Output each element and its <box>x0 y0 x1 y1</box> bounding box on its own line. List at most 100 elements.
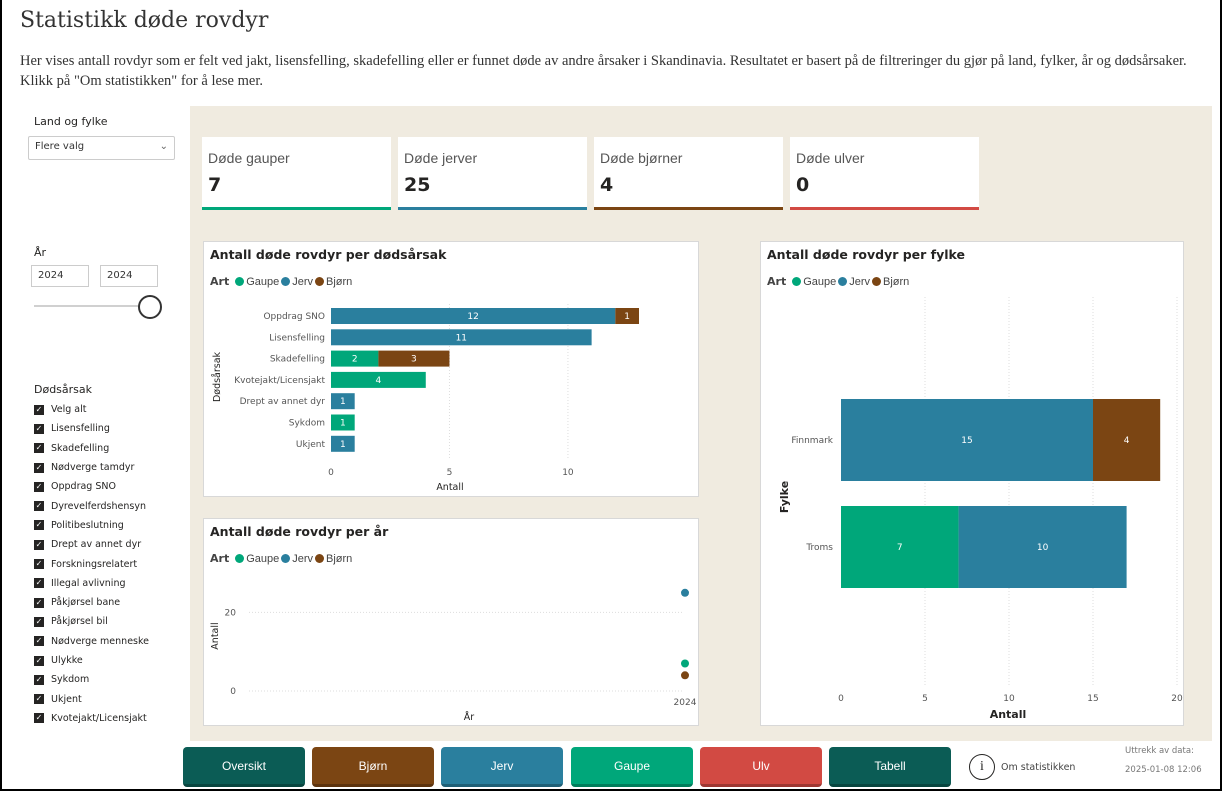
checkbox-checked-icon[interactable]: ✓ <box>34 559 44 570</box>
cause-checkbox-item[interactable]: ✓ Kvotejakt/Licensjakt <box>34 709 149 728</box>
cause-checkbox-item[interactable]: ✓ Påkjørsel bane <box>34 593 149 612</box>
x-tick-label: 0 <box>328 468 334 478</box>
cause-checkbox-item[interactable]: ✓ Påkjørsel bil <box>34 612 149 631</box>
category-label: Oppdrag SNO <box>263 312 325 322</box>
category-label: Skadefelling <box>270 355 325 365</box>
checkbox-checked-icon[interactable]: ✓ <box>34 443 44 454</box>
data-label: 3 <box>411 355 417 365</box>
chevron-down-icon: ⌄ <box>159 141 168 152</box>
nav-button-gaupe[interactable]: Gaupe <box>571 747 693 787</box>
data-label: 1 <box>340 397 346 407</box>
kpi-value: 4 <box>600 174 614 196</box>
panel-cause-chart: Antall døde rovdyr per dødsårsak Art Gaup… <box>203 241 699 497</box>
scatter-point <box>681 659 689 668</box>
data-label: 12 <box>467 312 478 322</box>
x-tick-label: 15 <box>1087 694 1098 704</box>
year-slider-track[interactable] <box>34 305 146 307</box>
nav-button-bjrn[interactable]: Bjørn <box>312 747 434 787</box>
extract-label: Uttrekk av data: <box>1125 746 1194 756</box>
land-label: Land og fylke <box>34 115 108 128</box>
kpi-value: 7 <box>208 174 222 196</box>
cause-checkbox-item[interactable]: ✓ Sykdom <box>34 670 149 689</box>
category-label: Finnmark <box>791 436 833 446</box>
checkbox-checked-icon[interactable]: ✓ <box>34 674 44 685</box>
page-title: Statistikk døde rovdyr <box>20 8 269 33</box>
data-label: 10 <box>1037 543 1049 553</box>
cause-checkbox-item[interactable]: ✓ Illegal avlivning <box>34 574 149 593</box>
cause-checkbox-item[interactable]: ✓ Dyrevelferdshensyn <box>34 496 149 515</box>
y-tick-label: 20 <box>225 608 237 618</box>
category-label: Lisensfelling <box>269 333 325 343</box>
nav-button-tabell[interactable]: Tabell <box>829 747 951 787</box>
data-label: 1 <box>340 419 346 429</box>
checkbox-checked-icon[interactable]: ✓ <box>34 501 44 512</box>
data-label: 1 <box>624 312 630 322</box>
kpi-label: Døde jerver <box>404 150 478 166</box>
cause-checkbox-item[interactable]: ✓ Lisensfelling <box>34 419 149 438</box>
cause-checkbox-label: Politibeslutning <box>51 519 124 531</box>
scatter-point <box>681 588 689 597</box>
y-axis-label: Fylke <box>778 481 791 513</box>
checkbox-checked-icon[interactable]: ✓ <box>34 713 44 724</box>
x-axis-label: År <box>464 711 474 723</box>
checkbox-checked-icon[interactable]: ✓ <box>34 578 44 589</box>
kpi-accent-line <box>202 207 391 210</box>
x-tick-label: 5 <box>447 468 453 478</box>
checkbox-checked-icon[interactable]: ✓ <box>34 423 44 434</box>
checkbox-checked-icon[interactable]: ✓ <box>34 520 44 531</box>
cause-checkbox-item[interactable]: ✓ Nødverge menneske <box>34 632 149 651</box>
checkbox-checked-icon[interactable]: ✓ <box>34 655 44 666</box>
checkbox-checked-icon[interactable]: ✓ <box>34 539 44 550</box>
cause-checkbox-item[interactable]: ✓ Forskningsrelatert <box>34 554 149 573</box>
category-label: Sykdom <box>289 419 325 429</box>
land-dropdown[interactable]: Flere valg ⌄ <box>28 136 175 160</box>
cause-checkbox-item[interactable]: ✓ Velg alt <box>34 400 149 419</box>
cause-checkbox-label: Påkjørsel bane <box>51 597 121 609</box>
kpi-accent-line <box>398 207 587 210</box>
cause-checkbox-item[interactable]: ✓ Politibeslutning <box>34 516 149 535</box>
cause-checkbox-label: Nødverge menneske <box>51 635 149 647</box>
x-axis-label: Antall <box>436 482 463 493</box>
cause-checkbox-label: Illegal avlivning <box>51 577 126 589</box>
checkbox-checked-icon[interactable]: ✓ <box>34 481 44 492</box>
cause-checkbox-label: Ukjent <box>51 693 82 705</box>
cause-checkbox-label: Nødverge tamdyr <box>51 462 135 474</box>
x-tick-label: 10 <box>562 468 574 478</box>
cause-checkbox-item[interactable]: ✓ Nødverge tamdyr <box>34 458 149 477</box>
year-slider-handle[interactable] <box>138 295 162 319</box>
cause-label: Dødsårsak <box>34 383 93 396</box>
kpi-card: Døde bjørner 4 <box>594 137 783 210</box>
checkbox-checked-icon[interactable]: ✓ <box>34 694 44 705</box>
about-statistics-link[interactable]: Om statistikken <box>1001 762 1075 773</box>
nav-button-ulv[interactable]: Ulv <box>700 747 822 787</box>
checkbox-checked-icon[interactable]: ✓ <box>34 616 44 627</box>
cause-checkbox-item[interactable]: ✓ Ukjent <box>34 689 149 708</box>
year-to-input[interactable]: 2024 <box>100 265 158 287</box>
cause-checkbox-item[interactable]: ✓ Skadefelling <box>34 439 149 458</box>
info-icon[interactable]: i <box>969 754 995 780</box>
cause-checkbox-item[interactable]: ✓ Drept av annet dyr <box>34 535 149 554</box>
data-label: 4 <box>376 376 382 386</box>
kpi-label: Døde bjørner <box>600 150 683 166</box>
cause-checkbox-label: Forskningsrelatert <box>51 558 138 570</box>
data-label: 1 <box>340 440 346 450</box>
y-tick-label: 0 <box>230 687 236 697</box>
cause-checkbox-label: Dyrevelferdshensyn <box>51 500 146 512</box>
x-tick-label: 5 <box>922 694 928 704</box>
x-axis-label: Antall <box>990 708 1027 721</box>
cause-checkbox-item[interactable]: ✓ Oppdrag SNO <box>34 477 149 496</box>
year-from-input[interactable]: 2024 <box>31 265 89 287</box>
cause-checkbox-item[interactable]: ✓ Ulykke <box>34 651 149 670</box>
checkbox-checked-icon[interactable]: ✓ <box>34 636 44 647</box>
checkbox-checked-icon[interactable]: ✓ <box>34 597 44 608</box>
panel-county-chart: Antall døde rovdyr per fylke Art Gaupe Jer… <box>760 241 1184 726</box>
checkbox-checked-icon[interactable]: ✓ <box>34 404 44 415</box>
checkbox-checked-icon[interactable]: ✓ <box>34 462 44 473</box>
data-label: 4 <box>1124 436 1130 446</box>
nav-button-oversikt[interactable]: Oversikt <box>183 747 305 787</box>
nav-button-jerv[interactable]: Jerv <box>441 747 563 787</box>
x-tick-label: 0 <box>838 694 844 704</box>
category-label: Drept av annet dyr <box>240 397 326 407</box>
x-tick-label: 2024 <box>674 698 697 708</box>
kpi-label: Døde gauper <box>208 150 290 166</box>
